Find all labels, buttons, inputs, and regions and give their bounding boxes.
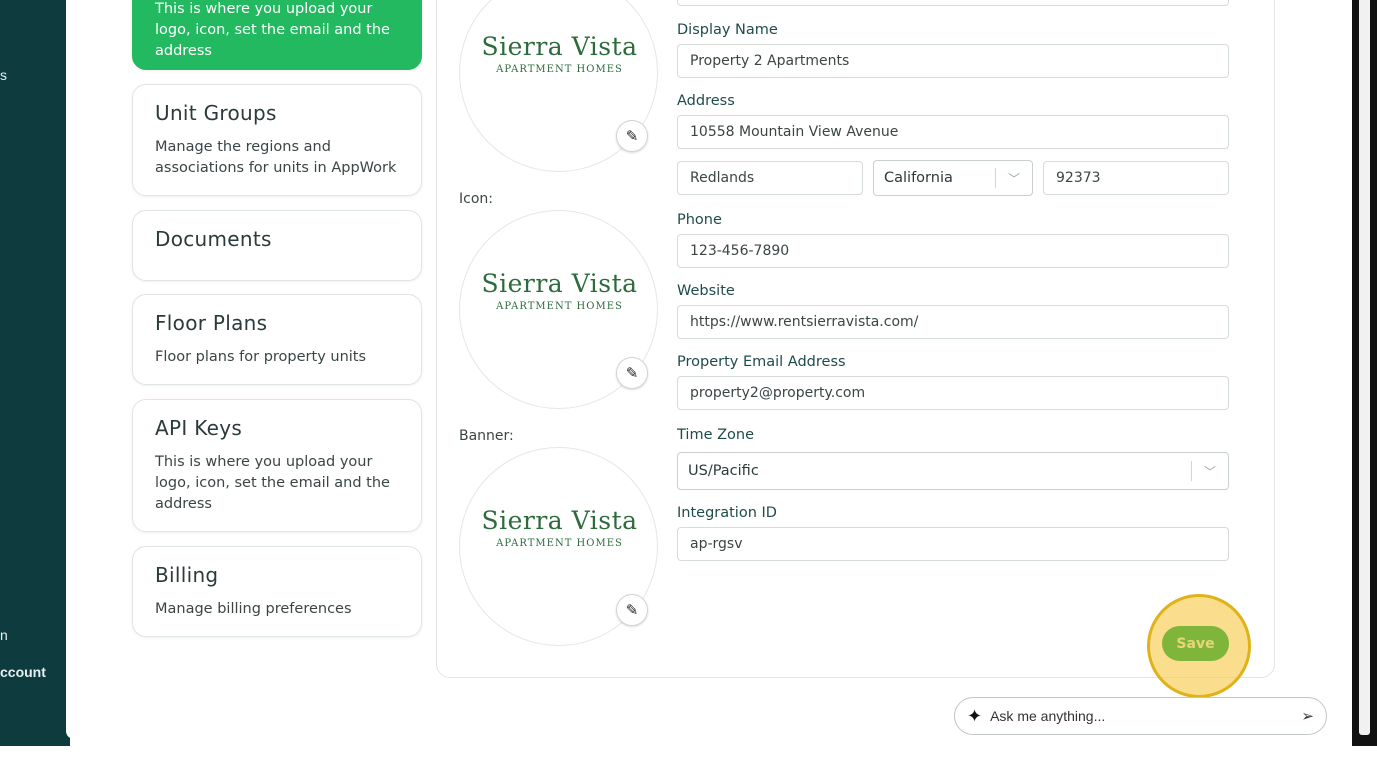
card-description: Manage the regions and associations for …: [155, 139, 397, 176]
address-label: Address: [677, 93, 735, 109]
pencil-icon: ✎: [625, 601, 639, 619]
save-button[interactable]: Save: [1162, 626, 1229, 661]
sidebar-item-label[interactable]: n: [0, 627, 8, 643]
brand-name: Sierra Vista: [481, 32, 638, 61]
integration-id-label: Integration ID: [677, 505, 777, 521]
settings-card-documents[interactable]: Documents: [132, 210, 422, 281]
brand-name: Sierra Vista: [481, 506, 638, 535]
website-field[interactable]: https://www.rentsierravista.com/: [677, 305, 1229, 339]
text-field[interactable]: [677, 0, 1229, 6]
zip-field[interactable]: 92373: [1043, 161, 1229, 195]
scrollbar-thumb[interactable]: [1359, 0, 1370, 735]
pencil-icon: ✎: [625, 364, 639, 382]
email-field[interactable]: property2@property.com: [677, 376, 1229, 410]
brand-tagline: APARTMENT HOMES: [496, 301, 623, 312]
assistant-placeholder[interactable]: Ask me anything...: [990, 708, 1301, 724]
scrollbar[interactable]: [1352, 0, 1377, 759]
settings-card-unit-groups[interactable]: Unit Groups Manage the regions and assoc…: [132, 84, 422, 196]
display-name-field[interactable]: Property 2 Apartments: [677, 44, 1229, 78]
sidebar: s n ccount: [0, 0, 70, 746]
chevron-down-icon[interactable]: ﹀: [1192, 463, 1228, 480]
integration-id-field[interactable]: ap-rgsv: [677, 527, 1229, 561]
settings-card-api-keys[interactable]: API Keys This is where you upload your l…: [132, 399, 422, 532]
settings-card-floor-plans[interactable]: Floor Plans Floor plans for property uni…: [132, 294, 422, 385]
edit-icon-button[interactable]: ✎: [616, 357, 648, 389]
card-title: Unit Groups: [155, 101, 277, 125]
brand-tagline: APARTMENT HOMES: [496, 538, 623, 549]
settings-card-billing[interactable]: Billing Manage billing preferences: [132, 546, 422, 637]
email-label: Property Email Address: [677, 354, 846, 370]
chevron-down-icon[interactable]: ﹀: [996, 170, 1032, 187]
street-address-field[interactable]: 10558 Mountain View Avenue: [677, 115, 1229, 149]
card-title: Billing: [155, 563, 219, 587]
state-value: California: [884, 170, 953, 186]
banner-label: Banner:: [459, 428, 514, 444]
state-select[interactable]: California ﹀: [873, 160, 1033, 196]
phone-label: Phone: [677, 212, 722, 228]
phone-field[interactable]: 123-456-7890: [677, 234, 1229, 268]
bottom-strip: [0, 746, 1377, 770]
city-field[interactable]: Redlands: [677, 161, 863, 195]
display-name-label: Display Name: [677, 22, 778, 38]
brand-name: Sierra Vista: [481, 269, 638, 298]
send-icon[interactable]: ➢: [1301, 707, 1314, 725]
assistant-input[interactable]: ✦ Ask me anything... ➢: [954, 697, 1327, 735]
edit-banner-button[interactable]: ✎: [616, 594, 648, 626]
settings-card-general[interactable]: This is where you upload your logo, icon…: [132, 0, 422, 70]
timezone-select[interactable]: US/Pacific ﹀: [677, 452, 1229, 490]
card-title: Documents: [155, 227, 272, 251]
timezone-label: Time Zone: [677, 427, 755, 443]
card-description: This is where you upload your logo, icon…: [155, 454, 390, 512]
card-description: Manage billing preferences: [155, 601, 352, 617]
website-label: Website: [677, 283, 735, 299]
timezone-value: US/Pacific: [688, 463, 759, 479]
edit-logo-button[interactable]: ✎: [616, 120, 648, 152]
sparkle-icon: ✦: [967, 705, 983, 726]
brand-tagline: APARTMENT HOMES: [496, 64, 623, 75]
card-title: Floor Plans: [155, 311, 268, 335]
sidebar-account-link[interactable]: ccount: [0, 664, 46, 680]
sidebar-item-label[interactable]: s: [0, 67, 7, 83]
icon-label: Icon:: [459, 191, 493, 207]
card-description: Floor plans for property units: [155, 349, 367, 365]
card-title: API Keys: [155, 416, 243, 440]
pencil-icon: ✎: [625, 127, 639, 145]
card-description: This is where you upload your logo, icon…: [155, 1, 390, 59]
